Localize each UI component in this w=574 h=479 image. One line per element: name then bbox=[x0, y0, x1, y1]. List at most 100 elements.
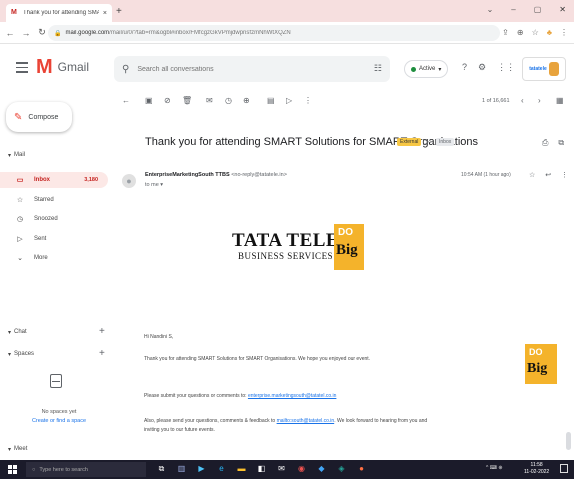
help-icon[interactable]: ? bbox=[462, 62, 467, 73]
sidebar-item-label: Inbox bbox=[34, 177, 50, 183]
new-tab-button[interactable]: + bbox=[116, 6, 122, 17]
mail-app-icon[interactable]: ✉ bbox=[276, 463, 287, 475]
scrollbar-thumb[interactable] bbox=[566, 432, 571, 450]
open-new-window-icon[interactable]: ⧉ bbox=[558, 138, 564, 148]
maximize-button[interactable]: ▢ bbox=[534, 5, 542, 14]
status-caret-icon: ▾ bbox=[438, 66, 442, 73]
task-view-icon[interactable]: ⧉ bbox=[156, 463, 167, 475]
report-spam-icon[interactable]: ⊘ bbox=[164, 96, 171, 105]
inbox-label-badge[interactable]: Inbox bbox=[436, 138, 455, 146]
main-menu-icon[interactable] bbox=[16, 62, 28, 73]
apps-grid-icon[interactable]: ⋮⋮ bbox=[497, 62, 515, 73]
file-explorer-icon[interactable]: ▬ bbox=[236, 463, 247, 475]
store-icon[interactable]: ◧ bbox=[256, 463, 267, 475]
sender-avatar[interactable]: ● bbox=[122, 174, 136, 188]
minimize-button[interactable]: – bbox=[511, 5, 515, 14]
email-paragraph-1: Thank you for attending SMART Solutions … bbox=[144, 356, 371, 362]
feedback-email-link[interactable]: mailto:south@tatatel.co.in bbox=[277, 418, 335, 424]
caret-down-icon: ▾ bbox=[8, 447, 12, 453]
snooze-icon[interactable]: ◷ bbox=[225, 96, 232, 105]
tab-search-icon[interactable]: ⌄ bbox=[487, 5, 494, 14]
share-icon[interactable]: ⇪ bbox=[502, 28, 509, 37]
chat-section-toggle[interactable]: ▾ Chat bbox=[8, 329, 27, 336]
header-icons: ? ⚙ ⋮⋮ bbox=[462, 62, 515, 73]
do-text: DO bbox=[338, 227, 353, 238]
message-time: 10:54 AM (1 hour ago) bbox=[461, 172, 511, 178]
meet-section-toggle[interactable]: ▾ Meet bbox=[8, 446, 27, 453]
windows-start-icon[interactable] bbox=[8, 465, 17, 474]
back-to-inbox-icon[interactable]: ← bbox=[122, 96, 130, 105]
delete-icon[interactable]: 🗑 bbox=[182, 96, 192, 105]
recipient-toggle[interactable]: to me ▾ bbox=[145, 182, 163, 188]
caret-down-icon: ▾ bbox=[8, 330, 12, 336]
taskbar-clock[interactable]: 11:58 11-02-2022 bbox=[524, 462, 549, 476]
back-arrow-icon[interactable]: ← bbox=[4, 28, 16, 38]
more-icon[interactable]: ⋮ bbox=[561, 171, 568, 179]
sidebar-item-sent[interactable]: ▷ Sent bbox=[0, 231, 108, 247]
more-options-icon[interactable]: ⋮ bbox=[304, 96, 312, 105]
mark-unread-icon[interactable]: ✉ bbox=[206, 96, 213, 105]
notification-center-icon[interactable] bbox=[560, 464, 568, 473]
settings-gear-icon[interactable]: ⚙ bbox=[478, 62, 486, 73]
newer-chevron-icon[interactable]: ‹ bbox=[521, 96, 524, 105]
print-icon[interactable]: ⎙ bbox=[542, 138, 548, 148]
app-blue-icon[interactable]: ◆ bbox=[316, 463, 327, 475]
sidebar-item-snoozed[interactable]: ◷ Snoozed bbox=[0, 211, 108, 227]
message-actions: ☆ ↩ ⋮ bbox=[529, 171, 568, 179]
chrome-icon[interactable]: ◉ bbox=[296, 463, 307, 475]
inbox-icon: ▭ bbox=[16, 177, 24, 184]
gmail-logo[interactable]: M Gmail bbox=[36, 57, 89, 77]
status-dropdown[interactable]: Active ▾ bbox=[404, 60, 449, 78]
sidebar-item-more[interactable]: ⌄ More bbox=[0, 250, 108, 266]
label-icon[interactable]: ▷ bbox=[286, 96, 292, 105]
browser-actions: ⇪ ⊕ ☆ ♣ ⋮ bbox=[502, 28, 568, 37]
marketing-email-link[interactable]: enterprise.marketingsouth@tatatel.co.in bbox=[248, 393, 336, 399]
zoom-icon[interactable]: ⊕ bbox=[517, 28, 524, 37]
forward-arrow-icon[interactable]: → bbox=[20, 28, 32, 38]
pager-text: 1 of 16,661 bbox=[482, 98, 510, 104]
url-field[interactable]: 🔒 mail.google.com/mail/u/0/?tab=rm&ogbl#… bbox=[48, 25, 500, 41]
media-player-icon[interactable]: ▶ bbox=[196, 463, 207, 475]
widgets-icon[interactable]: ▥ bbox=[176, 463, 187, 475]
move-to-icon[interactable]: ▤ bbox=[267, 96, 275, 105]
email-greeting: Hi Nandini S, bbox=[144, 334, 174, 340]
older-chevron-icon[interactable]: › bbox=[538, 96, 541, 105]
search-input[interactable] bbox=[137, 65, 338, 73]
big-text: Big bbox=[527, 361, 548, 376]
reply-icon[interactable]: ↩ bbox=[545, 171, 551, 179]
edge-browser-icon[interactable]: e bbox=[216, 463, 227, 475]
sidebar-item-starred[interactable]: ☆ Starred bbox=[0, 192, 108, 208]
new-space-plus-icon[interactable]: + bbox=[99, 348, 105, 359]
mail-section-toggle[interactable]: ▾ Mail bbox=[8, 152, 25, 159]
compose-button[interactable]: ✎ Compose bbox=[6, 102, 72, 132]
search-icon[interactable]: ⚲ bbox=[122, 64, 129, 75]
unread-count: 3,180 bbox=[84, 177, 98, 183]
sender-line[interactable]: EnterpriseMarketingSouth TTBS <no-reply@… bbox=[145, 172, 287, 178]
paragraph-3-tail: . We look forward to hearing from you an… bbox=[334, 418, 428, 424]
star-icon[interactable]: ☆ bbox=[529, 171, 535, 179]
bookmark-star-icon[interactable]: ☆ bbox=[532, 28, 539, 37]
browser-menu-icon[interactable]: ⋮ bbox=[560, 28, 568, 37]
taskbar-search[interactable]: ○ Type here to search bbox=[26, 462, 146, 477]
input-tools-icon[interactable]: ▦ bbox=[556, 96, 564, 105]
add-task-icon[interactable]: ⊕ bbox=[243, 96, 250, 105]
extension-icon[interactable]: ♣ bbox=[547, 28, 552, 37]
close-window-button[interactable]: ✕ bbox=[559, 5, 566, 14]
sender-email: <no-reply@tatatele.in> bbox=[231, 172, 287, 178]
new-chat-plus-icon[interactable]: + bbox=[99, 326, 105, 337]
sidebar-item-inbox[interactable]: ▭ Inbox 3,180 bbox=[0, 172, 108, 188]
brand-mascot-icon bbox=[548, 62, 559, 76]
reload-icon[interactable]: ↻ bbox=[36, 27, 48, 38]
app-teal-icon[interactable]: ◈ bbox=[336, 463, 347, 475]
app-orange-icon[interactable]: ● bbox=[356, 463, 367, 475]
system-tray-icons[interactable]: ^ ⌨ ⊕ bbox=[486, 465, 503, 471]
browser-tab[interactable]: M Thank you for attending SMART × bbox=[6, 4, 112, 22]
spaces-section-toggle[interactable]: ▾ Spaces bbox=[8, 351, 34, 358]
url-text: mail.google.com/mail/u/0/?tab=rm&ogbl#in… bbox=[65, 30, 290, 36]
archive-icon[interactable]: ▣ bbox=[145, 96, 153, 105]
search-options-icon[interactable]: ☷ bbox=[374, 63, 382, 74]
compose-label: Compose bbox=[28, 113, 59, 121]
tab-close-icon[interactable]: × bbox=[103, 10, 107, 17]
create-space-link[interactable]: Create or find a space bbox=[0, 418, 118, 424]
account-brand-widget[interactable]: tatatele bbox=[522, 57, 566, 81]
